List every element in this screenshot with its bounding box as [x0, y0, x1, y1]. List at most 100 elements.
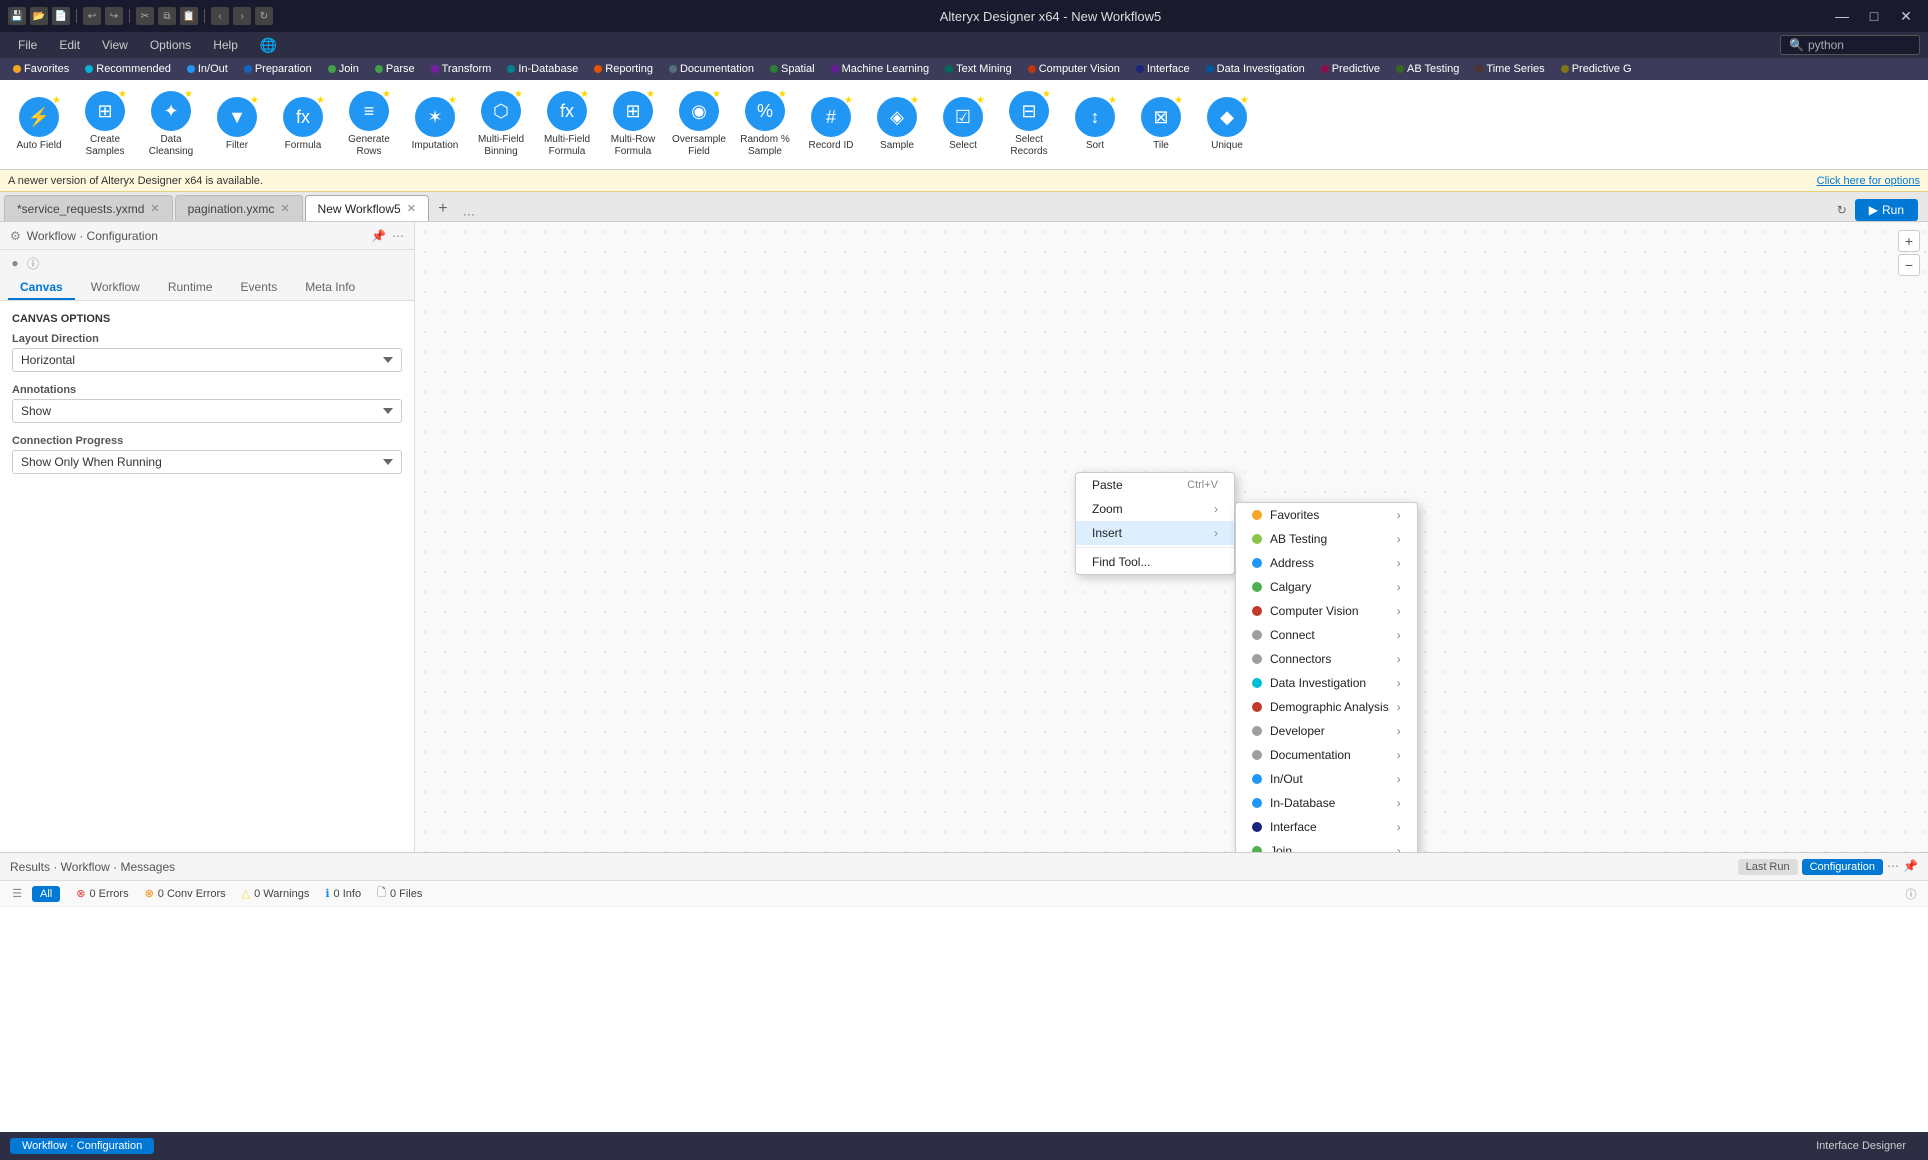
ribbon-cat-in-database[interactable]: In-Database — [500, 61, 585, 77]
ctx-zoom[interactable]: Zoom › — [1076, 497, 1234, 521]
ctx-insert[interactable]: Insert › — [1076, 521, 1234, 545]
submenu-item-connect[interactable]: Connect › — [1236, 623, 1417, 647]
ribbon-cat-favorites[interactable]: Favorites — [6, 61, 76, 77]
tab-service-requests[interactable]: *service_requests.yxmd ✕ — [4, 195, 173, 221]
new-icon[interactable]: 📄 — [52, 7, 70, 25]
close-button[interactable]: ✕ — [1892, 6, 1920, 26]
submenu-item-connectors[interactable]: Connectors › — [1236, 647, 1417, 671]
config-tab-workflow[interactable]: Workflow — [79, 276, 152, 300]
back-icon[interactable]: ‹ — [211, 7, 229, 25]
tool-record-id[interactable]: # ★ Record ID — [800, 93, 862, 156]
submenu-item-in-database[interactable]: In-Database › — [1236, 791, 1417, 815]
menu-options[interactable]: Options — [140, 35, 201, 55]
submenu-item-computer-vision[interactable]: Computer Vision › — [1236, 599, 1417, 623]
close-tab-0[interactable]: ✕ — [150, 202, 159, 215]
status-tab-interface[interactable]: Interface Designer — [1804, 1138, 1918, 1154]
copy-icon[interactable]: ⧉ — [158, 7, 176, 25]
ribbon-cat-transform[interactable]: Transform — [424, 61, 499, 77]
ribbon-cat-in/out[interactable]: In/Out — [180, 61, 235, 77]
bottom-last-run-btn[interactable]: Last Run — [1738, 859, 1798, 875]
tool-oversample-field[interactable]: ◉ ★ Oversample Field — [668, 87, 730, 162]
ribbon-cat-preparation[interactable]: Preparation — [237, 61, 319, 77]
save-icon[interactable]: 💾 — [8, 7, 26, 25]
ctx-findtool[interactable]: Find Tool... — [1076, 550, 1234, 574]
close-tab-1[interactable]: ✕ — [280, 202, 289, 215]
config-tab-canvas[interactable]: Canvas — [8, 276, 75, 300]
zoom-out-button[interactable]: − — [1898, 254, 1920, 276]
ribbon-cat-machine-learning[interactable]: Machine Learning — [824, 61, 936, 77]
ribbon-cat-time-series[interactable]: Time Series — [1468, 61, 1551, 77]
paste-icon[interactable]: 📋 — [180, 7, 198, 25]
tool-imputation[interactable]: ✶ ★ Imputation — [404, 93, 466, 156]
submenu-item-in/out[interactable]: In/Out › — [1236, 767, 1417, 791]
status-tab-workflow[interactable]: Workflow · Configuration — [10, 1138, 154, 1154]
add-tab-button[interactable]: + — [431, 197, 455, 221]
bottom-pin-icon[interactable]: 📌 — [1903, 859, 1918, 875]
zoom-in-button[interactable]: + — [1898, 230, 1920, 252]
tool-sort[interactable]: ↕ ★ Sort — [1064, 93, 1126, 156]
ribbon-cat-computer-vision[interactable]: Computer Vision — [1021, 61, 1127, 77]
menu-help[interactable]: Help — [203, 35, 248, 55]
submenu-item-data-investigation[interactable]: Data Investigation › — [1236, 671, 1417, 695]
tool-generate-rows[interactable]: ≡ ★ Generate Rows — [338, 87, 400, 162]
tool-select-records[interactable]: ⊟ ★ Select Records — [998, 87, 1060, 162]
config-tab-runtime[interactable]: Runtime — [156, 276, 225, 300]
ribbon-cat-reporting[interactable]: Reporting — [587, 61, 660, 77]
refresh-workflow-icon[interactable]: ↻ — [1833, 201, 1851, 219]
maximize-button[interactable]: □ — [1860, 6, 1888, 26]
bottom-config-btn[interactable]: Configuration — [1802, 859, 1883, 875]
submenu-item-ab-testing[interactable]: AB Testing › — [1236, 527, 1417, 551]
close-tab-2[interactable]: ✕ — [407, 202, 416, 215]
ctx-paste[interactable]: Paste Ctrl+V — [1076, 473, 1234, 497]
search-box[interactable]: 🔍 python — [1780, 35, 1920, 55]
redo-icon[interactable]: ↪ — [105, 7, 123, 25]
config-tab-metainfo[interactable]: Meta Info — [293, 276, 367, 300]
tool-formula[interactable]: fx ★ Formula — [272, 93, 334, 156]
submenu-item-demographic-analysis[interactable]: Demographic Analysis › — [1236, 695, 1417, 719]
minimize-button[interactable]: — — [1828, 6, 1856, 26]
undo-icon[interactable]: ↩ — [83, 7, 101, 25]
config-tab-events[interactable]: Events — [229, 276, 290, 300]
tool-data-cleansing[interactable]: ✦ ★ Data Cleansing — [140, 87, 202, 162]
ribbon-cat-parse[interactable]: Parse — [368, 61, 422, 77]
result-list-icon[interactable]: ☰ — [8, 885, 26, 903]
ribbon-cat-documentation[interactable]: Documentation — [662, 61, 761, 77]
tab-pagination[interactable]: pagination.yxmc ✕ — [175, 195, 303, 221]
ribbon-cat-interface[interactable]: Interface — [1129, 61, 1197, 77]
left-info-icon[interactable]: ⓘ — [24, 254, 42, 272]
update-action[interactable]: Click here for options — [1817, 175, 1920, 187]
tool-auto-field[interactable]: ⚡ ★ Auto Field — [8, 93, 70, 156]
tool-multi-field-binning[interactable]: ⬡ ★ Multi-Field Binning — [470, 87, 532, 162]
menu-edit[interactable]: Edit — [49, 35, 90, 55]
submenu-item-developer[interactable]: Developer › — [1236, 719, 1417, 743]
ribbon-cat-predictive-g[interactable]: Predictive G — [1554, 61, 1639, 77]
layout-direction-select[interactable]: Horizontal — [12, 348, 402, 372]
submenu-item-interface[interactable]: Interface › — [1236, 815, 1417, 839]
forward-icon[interactable]: › — [233, 7, 251, 25]
config-pin-icon[interactable]: 📌 — [371, 229, 386, 243]
menu-file[interactable]: File — [8, 35, 47, 55]
tool-multi-field-formula[interactable]: fx ★ Multi-Field Formula — [536, 87, 598, 162]
result-tab-all[interactable]: All — [32, 886, 60, 902]
tool-filter[interactable]: ▼ ★ Filter — [206, 93, 268, 156]
submenu-item-calgary[interactable]: Calgary › — [1236, 575, 1417, 599]
menu-globe[interactable]: 🌐 — [250, 34, 287, 57]
tool-create-samples[interactable]: ⊞ ★ Create Samples — [74, 87, 136, 162]
ribbon-cat-join[interactable]: Join — [321, 61, 366, 77]
left-pin-icon[interactable]: ● — [6, 254, 24, 272]
cut-icon[interactable]: ✂ — [136, 7, 154, 25]
connection-progress-select[interactable]: Show Only When Running — [12, 450, 402, 474]
tool-random-%-sample[interactable]: % ★ Random % Sample — [734, 87, 796, 162]
tool-select[interactable]: ☑ ★ Select — [932, 93, 994, 156]
submenu-item-join[interactable]: Join › — [1236, 839, 1417, 852]
ribbon-cat-ab-testing[interactable]: AB Testing — [1389, 61, 1466, 77]
tool-multi-row-formula[interactable]: ⊞ ★ Multi-Row Formula — [602, 87, 664, 162]
bottom-more-icon[interactable]: ⋯ — [1887, 859, 1899, 875]
ribbon-cat-predictive[interactable]: Predictive — [1314, 61, 1387, 77]
result-info-icon[interactable]: ⓘ — [1902, 885, 1920, 903]
tab-new-workflow[interactable]: New Workflow5 ✕ — [305, 195, 429, 221]
ribbon-cat-spatial[interactable]: Spatial — [763, 61, 822, 77]
canvas-area[interactable]: Drop tools here + − Paste Ctrl+V Zoom › … — [415, 222, 1928, 852]
annotations-select[interactable]: Show — [12, 399, 402, 423]
refresh-icon[interactable]: ↻ — [255, 7, 273, 25]
